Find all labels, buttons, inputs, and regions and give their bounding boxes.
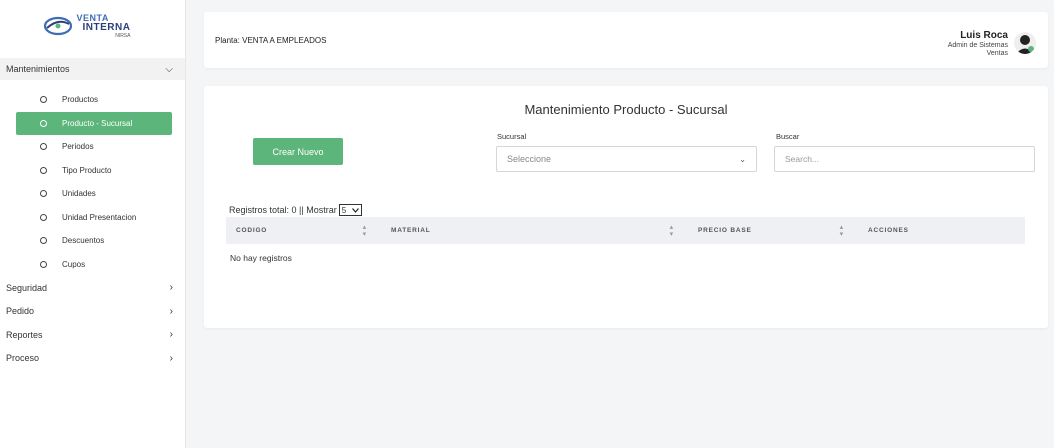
planta-label: Planta: VENTA A EMPLEADOS: [215, 36, 327, 45]
avatar[interactable]: [1014, 32, 1036, 54]
sucursal-select[interactable]: Seleccione ⌄: [496, 146, 757, 172]
sidebar-item-descuentos[interactable]: Descuentos: [0, 229, 185, 253]
sort-icon: ▴ ▾: [669, 223, 674, 238]
circle-icon: [40, 96, 47, 104]
circle-icon: [40, 237, 47, 245]
chevron-down-icon: [352, 207, 360, 213]
column-header-acciones: ACCIONES: [854, 217, 1025, 244]
sidebar-item-productos[interactable]: Productos: [0, 88, 185, 112]
user-avatar-icon: [1016, 35, 1034, 54]
column-header-codigo[interactable]: CODIGO ▴ ▾: [226, 217, 377, 244]
menu-section-label: Reportes: [6, 329, 43, 340]
column-header-label: MATERIAL: [391, 227, 431, 234]
sidebar-item-unidades[interactable]: Unidades: [0, 182, 185, 206]
page-size-value: 5: [341, 205, 347, 215]
logo-line2: INTERNA: [82, 21, 131, 33]
logo-mark: VENTA INTERNA NIRSA: [43, 13, 131, 39]
page-size-select[interactable]: 5: [338, 204, 363, 216]
column-header-material[interactable]: MATERIAL ▴ ▾: [377, 217, 684, 244]
sidebar-item-label: Descuentos: [62, 236, 105, 246]
sort-icon: ▴ ▾: [362, 223, 367, 238]
column-header-label: PRECIO BASE: [698, 227, 752, 234]
chevron-right-icon: ›: [169, 282, 173, 294]
sidebar-item-cupos[interactable]: Cupos: [0, 253, 185, 277]
empty-state-text: No hay registros: [230, 253, 292, 263]
column-header-label: CODIGO: [236, 227, 268, 234]
menu-section-label: Pedido: [6, 306, 35, 317]
main-card: Mantenimiento Producto - Sucursal Crear …: [204, 86, 1048, 328]
user-name: Luis Roca: [960, 30, 1008, 41]
sidebar: VENTA INTERNA NIRSA Mantenimientos ⌵ Pro…: [0, 0, 186, 448]
sort-icon: ▴ ▾: [839, 223, 844, 238]
menu-section-label: Proceso: [6, 353, 40, 364]
menu-section-mantenimientos[interactable]: Mantenimientos ⌵: [0, 58, 185, 80]
buscar-label: Buscar: [776, 132, 800, 141]
user-role: Admin de Sistemas: [947, 41, 1008, 49]
records-total-text: Registros total: 0 || Mostrar: [229, 205, 337, 215]
logo-emblem-icon: [43, 16, 72, 36]
column-header-label: ACCIONES: [868, 227, 909, 234]
sidebar-item-producto-sucursal[interactable]: Producto - Sucursal: [16, 111, 172, 135]
circle-icon: [40, 143, 47, 151]
logo-line3: NIRSA: [115, 32, 131, 39]
sucursal-select-value: Seleccione: [507, 154, 552, 164]
sidebar-item-label: Cupos: [62, 259, 86, 269]
records-summary: Registros total: 0 || Mostrar 5: [229, 204, 363, 216]
menu-section-seguridad[interactable]: Seguridad ›: [0, 276, 185, 300]
sidebar-item-periodos[interactable]: Periodos: [0, 135, 185, 159]
sidebar-item-label: Productos: [62, 95, 99, 105]
menu-section-pedido[interactable]: Pedido ›: [0, 300, 185, 324]
circle-icon: [40, 119, 47, 127]
menu-section-proceso[interactable]: Proceso ›: [0, 347, 185, 371]
sidebar-item-label: Producto - Sucursal: [62, 118, 133, 128]
sidebar-item-label: Unidad Presentacion: [62, 212, 137, 222]
chevron-down-icon: ⌄: [739, 154, 746, 164]
top-header: Planta: VENTA A EMPLEADOS Luis Roca Admi…: [204, 12, 1048, 68]
circle-icon: [40, 190, 47, 198]
data-table: CODIGO ▴ ▾ MATERIAL ▴ ▾ PRECIO BASE ▴ ▾ ACC…: [226, 217, 1025, 263]
table-header: CODIGO ▴ ▾ MATERIAL ▴ ▾ PRECIO BASE ▴ ▾ ACC…: [226, 217, 1025, 244]
search-input[interactable]: [774, 146, 1035, 172]
user-info[interactable]: Luis Roca Admin de Sistemas Ventas: [948, 30, 1008, 58]
sidebar-item-tipo-producto[interactable]: Tipo Producto: [0, 159, 185, 183]
chevron-right-icon: ›: [169, 305, 173, 317]
circle-icon: [40, 166, 47, 174]
menu-section-reportes[interactable]: Reportes ›: [0, 323, 185, 347]
menu-section-label: Seguridad: [6, 282, 48, 293]
app-logo[interactable]: VENTA INTERNA NIRSA: [0, 0, 185, 52]
user-department: Ventas: [986, 49, 1008, 57]
chevron-right-icon: ›: [169, 329, 173, 341]
sidebar-item-label: Unidades: [62, 189, 96, 199]
circle-icon: [40, 213, 47, 221]
chevron-down-icon: ⌵: [165, 63, 173, 75]
page-title: Mantenimiento Producto - Sucursal: [524, 102, 728, 117]
chevron-right-icon: ›: [169, 352, 173, 364]
menu-section-label: Mantenimientos: [6, 64, 70, 74]
sidebar-item-label: Tipo Producto: [62, 165, 112, 175]
column-header-precio-base[interactable]: PRECIO BASE ▴ ▾: [684, 217, 854, 244]
sucursal-label: Sucursal: [497, 132, 527, 141]
sidebar-item-unidad-presentacion[interactable]: Unidad Presentacion: [0, 206, 185, 230]
circle-icon: [40, 260, 47, 268]
sidebar-item-label: Periodos: [62, 142, 94, 152]
create-new-button[interactable]: Crear Nuevo: [253, 138, 343, 165]
submenu-mantenimientos: Productos Producto - Sucursal Periodos T…: [0, 88, 185, 276]
